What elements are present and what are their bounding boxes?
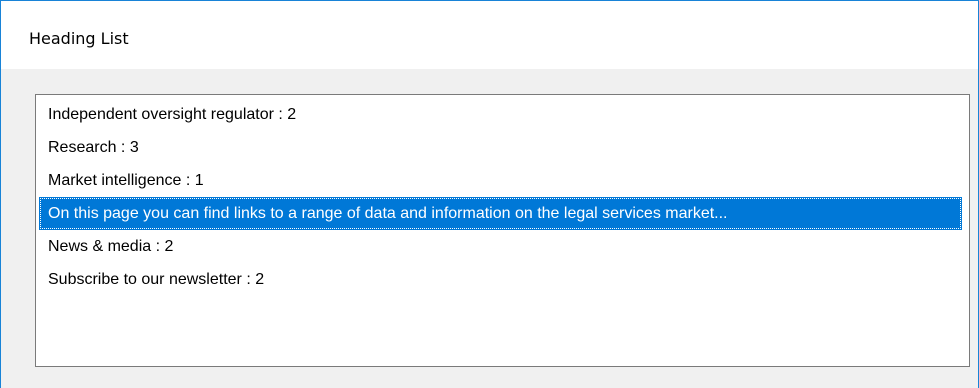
list-item[interactable]: Research : 3 (39, 131, 962, 164)
list-item[interactable]: Independent oversight regulator : 2 (39, 98, 962, 131)
list-item[interactable]: News & media : 2 (39, 230, 962, 263)
list-item[interactable]: Market intelligence : 1 (39, 164, 962, 197)
heading-listbox[interactable]: Independent oversight regulator : 2 Rese… (35, 94, 970, 367)
dialog-title: Heading List (29, 29, 129, 48)
list-item-selected[interactable]: On this page you can find links to a ran… (39, 197, 962, 230)
title-bar: Heading List (1, 1, 978, 69)
list-item[interactable]: Subscribe to our newsletter : 2 (39, 263, 962, 296)
heading-list-dialog: Heading List Independent oversight regul… (0, 0, 979, 388)
